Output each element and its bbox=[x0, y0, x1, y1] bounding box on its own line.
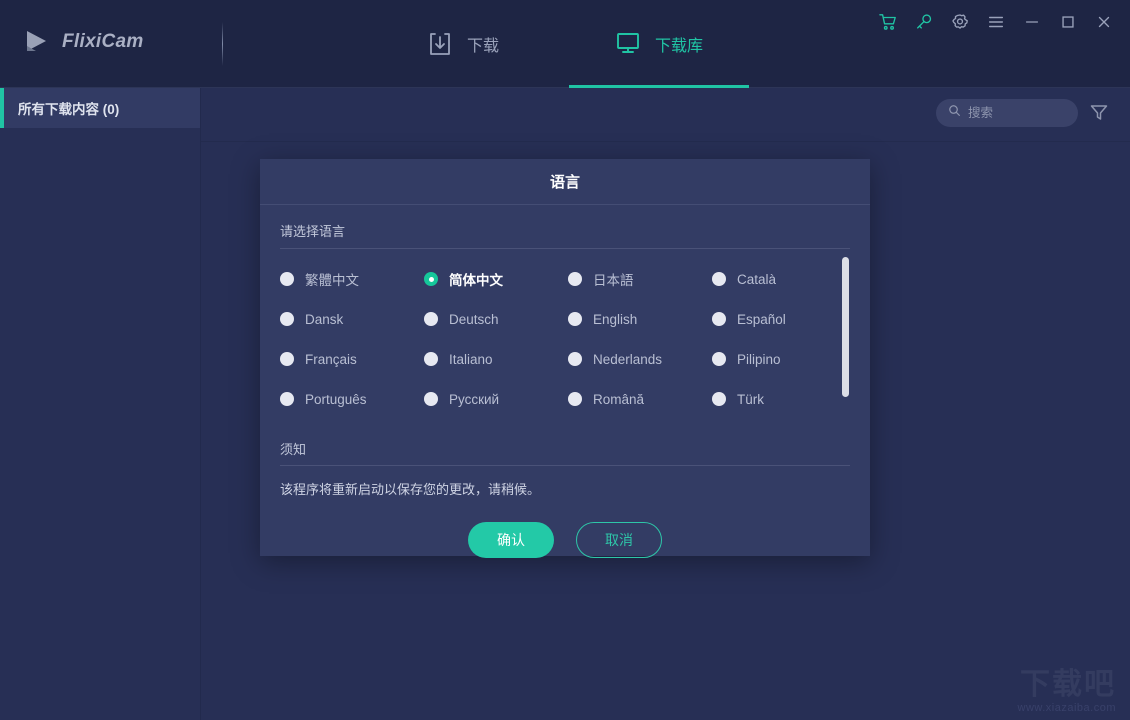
language-option-label: English bbox=[593, 311, 638, 327]
language-option-label: Français bbox=[305, 351, 357, 367]
radio-unselected-icon[interactable] bbox=[568, 312, 582, 326]
language-dialog: 语言 请选择语言 繁體中文 简体中文 日本語 Català Dansk Deutsch En… bbox=[260, 159, 870, 558]
monitor-icon bbox=[615, 31, 641, 57]
language-option-label: Español bbox=[737, 311, 786, 327]
titlebar: FlixiCam 下载 下载库 bbox=[0, 0, 1130, 88]
radio-unselected-icon[interactable] bbox=[712, 352, 726, 366]
search-icon bbox=[948, 104, 961, 122]
dialog-header: 语言 bbox=[260, 159, 870, 205]
tab-download-label: 下载 bbox=[466, 38, 499, 55]
dialog-title: 语言 bbox=[549, 174, 580, 191]
language-option[interactable]: English bbox=[568, 299, 712, 339]
window-controls bbox=[874, 8, 1118, 36]
language-option-label: Pilipino bbox=[737, 351, 781, 367]
dialog-actions: 确认 取消 bbox=[280, 522, 850, 558]
radio-selected-icon[interactable] bbox=[424, 272, 438, 286]
confirm-button[interactable]: 确认 bbox=[468, 522, 554, 558]
radio-unselected-icon[interactable] bbox=[712, 312, 726, 326]
search-box[interactable] bbox=[936, 99, 1078, 127]
language-option[interactable]: Italiano bbox=[424, 339, 568, 379]
maximize-icon[interactable] bbox=[1054, 8, 1082, 36]
options-scrollbar[interactable] bbox=[842, 257, 849, 425]
language-option-label: Italiano bbox=[449, 351, 493, 367]
watermark: 下载吧 www.xiazaiba.com bbox=[1017, 668, 1116, 715]
language-option-label: Nederlands bbox=[593, 351, 663, 367]
language-option[interactable]: Nederlands bbox=[568, 339, 712, 379]
language-option[interactable]: Português bbox=[280, 379, 424, 419]
section-label-choose-language: 请选择语言 bbox=[280, 224, 346, 239]
radio-unselected-icon[interactable] bbox=[424, 392, 438, 406]
language-option-label: Português bbox=[305, 391, 367, 407]
dialog-body: 请选择语言 繁體中文 简体中文 日本語 Català Dansk Deutsch Engli… bbox=[260, 205, 870, 558]
app-window: FlixiCam 下载 下载库 所有下载内容 (0) 搜索 语言 请选择语言 繁… bbox=[0, 0, 1130, 720]
radio-unselected-icon[interactable] bbox=[280, 392, 294, 406]
language-option[interactable]: 日本語 bbox=[568, 259, 712, 299]
radio-unselected-icon[interactable] bbox=[280, 352, 294, 366]
radio-unselected-icon[interactable] bbox=[280, 272, 294, 286]
radio-unselected-icon[interactable] bbox=[424, 312, 438, 326]
gear-icon[interactable] bbox=[946, 8, 974, 36]
filter-funnel-icon[interactable] bbox=[1088, 101, 1110, 123]
language-option-label: Русский bbox=[449, 391, 500, 407]
close-icon[interactable] bbox=[1090, 8, 1118, 36]
sidebar-item-all-downloads[interactable]: 所有下载内容 (0) bbox=[0, 88, 200, 128]
notice-text: 该程序将重新启动以保存您的更改，请稍候。 bbox=[280, 482, 541, 497]
download-box-icon bbox=[427, 31, 453, 57]
language-option[interactable]: Dansk bbox=[280, 299, 424, 339]
language-option[interactable]: Français bbox=[280, 339, 424, 379]
content-toolbar bbox=[201, 88, 1130, 142]
language-option-label: Català bbox=[737, 271, 777, 287]
radio-unselected-icon[interactable] bbox=[280, 312, 294, 326]
language-option-label: 繁體中文 bbox=[305, 273, 359, 288]
notice-label: 须知 bbox=[280, 442, 307, 457]
tab-download[interactable]: 下载 bbox=[421, 0, 505, 88]
language-option[interactable]: Русский bbox=[424, 379, 568, 419]
tab-library[interactable]: 下载库 bbox=[569, 0, 749, 88]
radio-unselected-icon[interactable] bbox=[568, 272, 582, 286]
language-option[interactable]: 简体中文 bbox=[424, 259, 568, 299]
language-option[interactable]: Română bbox=[568, 379, 712, 419]
sidebar-item-label: 所有下载内容 (0) bbox=[18, 102, 120, 117]
cart-icon[interactable] bbox=[874, 8, 902, 36]
tab-library-label: 下载库 bbox=[655, 38, 704, 55]
language-option[interactable]: 繁體中文 bbox=[280, 259, 424, 299]
radio-unselected-icon[interactable] bbox=[568, 392, 582, 406]
radio-unselected-icon[interactable] bbox=[712, 272, 726, 286]
sidebar: 所有下载内容 (0) bbox=[0, 88, 201, 720]
scrollbar-thumb[interactable] bbox=[842, 257, 849, 397]
language-option-label: Deutsch bbox=[449, 311, 499, 327]
radio-unselected-icon[interactable] bbox=[424, 352, 438, 366]
language-options-scroll[interactable]: 繁體中文 简体中文 日本語 Català Dansk Deutsch English Espa… bbox=[280, 249, 850, 425]
minimize-icon[interactable] bbox=[1018, 8, 1046, 36]
search-input[interactable] bbox=[968, 106, 1064, 120]
language-option[interactable]: Español bbox=[712, 299, 850, 339]
language-options-grid: 繁體中文 简体中文 日本語 Català Dansk Deutsch English Espa… bbox=[280, 259, 850, 419]
radio-unselected-icon[interactable] bbox=[568, 352, 582, 366]
menu-icon[interactable] bbox=[982, 8, 1010, 36]
language-option-label: Română bbox=[593, 391, 645, 407]
language-option-label: 日本語 bbox=[593, 273, 634, 288]
cancel-button[interactable]: 取消 bbox=[576, 522, 662, 558]
language-option-label: Dansk bbox=[305, 311, 344, 327]
watermark-url: www.xiazaiba.com bbox=[1017, 702, 1116, 714]
language-option-label: 简体中文 bbox=[449, 273, 503, 288]
content-area: 语言 请选择语言 繁體中文 简体中文 日本語 Català Dansk Deutsch En… bbox=[201, 88, 1130, 720]
language-option[interactable]: Català bbox=[712, 259, 850, 299]
radio-unselected-icon[interactable] bbox=[712, 392, 726, 406]
watermark-name: 下载吧 bbox=[1020, 668, 1116, 701]
language-option[interactable]: Pilipino bbox=[712, 339, 850, 379]
language-option[interactable]: Türk bbox=[712, 379, 850, 419]
key-icon[interactable] bbox=[910, 8, 938, 36]
language-option-label: Türk bbox=[737, 391, 764, 407]
language-option[interactable]: Deutsch bbox=[424, 299, 568, 339]
